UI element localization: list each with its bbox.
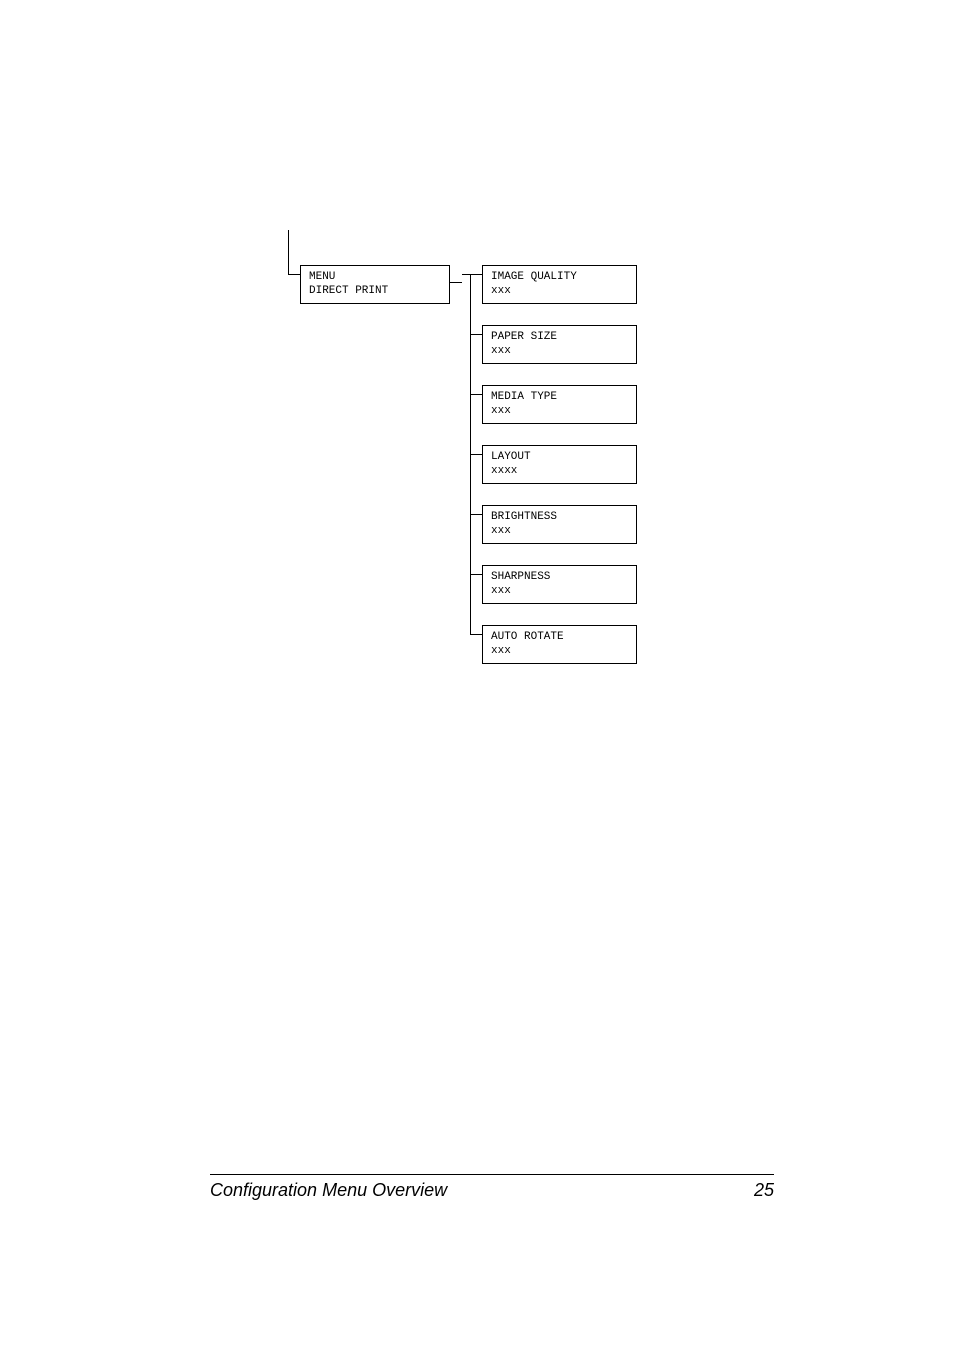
tree-connector [470, 394, 482, 395]
option-box: BRIGHTNESS xxx [482, 505, 637, 544]
page-footer: Configuration Menu Overview 25 [210, 1174, 774, 1201]
option-box: IMAGE QUALITY xxx [482, 265, 637, 304]
option-box: MEDIA TYPE xxx [482, 385, 637, 424]
footer-title: Configuration Menu Overview [210, 1180, 447, 1201]
menu-label-line1: MENU [309, 270, 441, 284]
option-value: xxxx [491, 464, 628, 478]
option-label: PAPER SIZE [491, 330, 628, 344]
option-value: xxx [491, 644, 628, 658]
tree-connector [462, 274, 470, 275]
tree-connector [288, 230, 289, 274]
tree-connector [470, 274, 482, 275]
option-label: MEDIA TYPE [491, 390, 628, 404]
option-box: LAYOUT xxxx [482, 445, 637, 484]
option-value: xxx [491, 284, 628, 298]
option-label: AUTO ROTATE [491, 630, 628, 644]
tree-connector [470, 334, 482, 335]
tree-connector [470, 634, 482, 635]
option-label: BRIGHTNESS [491, 510, 628, 524]
tree-connector [450, 282, 462, 283]
option-box: SHARPNESS xxx [482, 565, 637, 604]
option-box: AUTO ROTATE xxx [482, 625, 637, 664]
option-value: xxx [491, 524, 628, 538]
option-label: IMAGE QUALITY [491, 270, 628, 284]
tree-connector [470, 574, 482, 575]
option-value: xxx [491, 404, 628, 418]
root-menu-box: MENU DIRECT PRINT [300, 265, 450, 304]
option-value: xxx [491, 584, 628, 598]
menu-label-line2: DIRECT PRINT [309, 284, 441, 298]
option-value: xxx [491, 344, 628, 358]
tree-connector [470, 514, 482, 515]
option-label: SHARPNESS [491, 570, 628, 584]
page-number: 25 [754, 1180, 774, 1201]
option-label: LAYOUT [491, 450, 628, 464]
tree-connector [288, 274, 300, 275]
option-box: PAPER SIZE xxx [482, 325, 637, 364]
tree-connector [470, 454, 482, 455]
